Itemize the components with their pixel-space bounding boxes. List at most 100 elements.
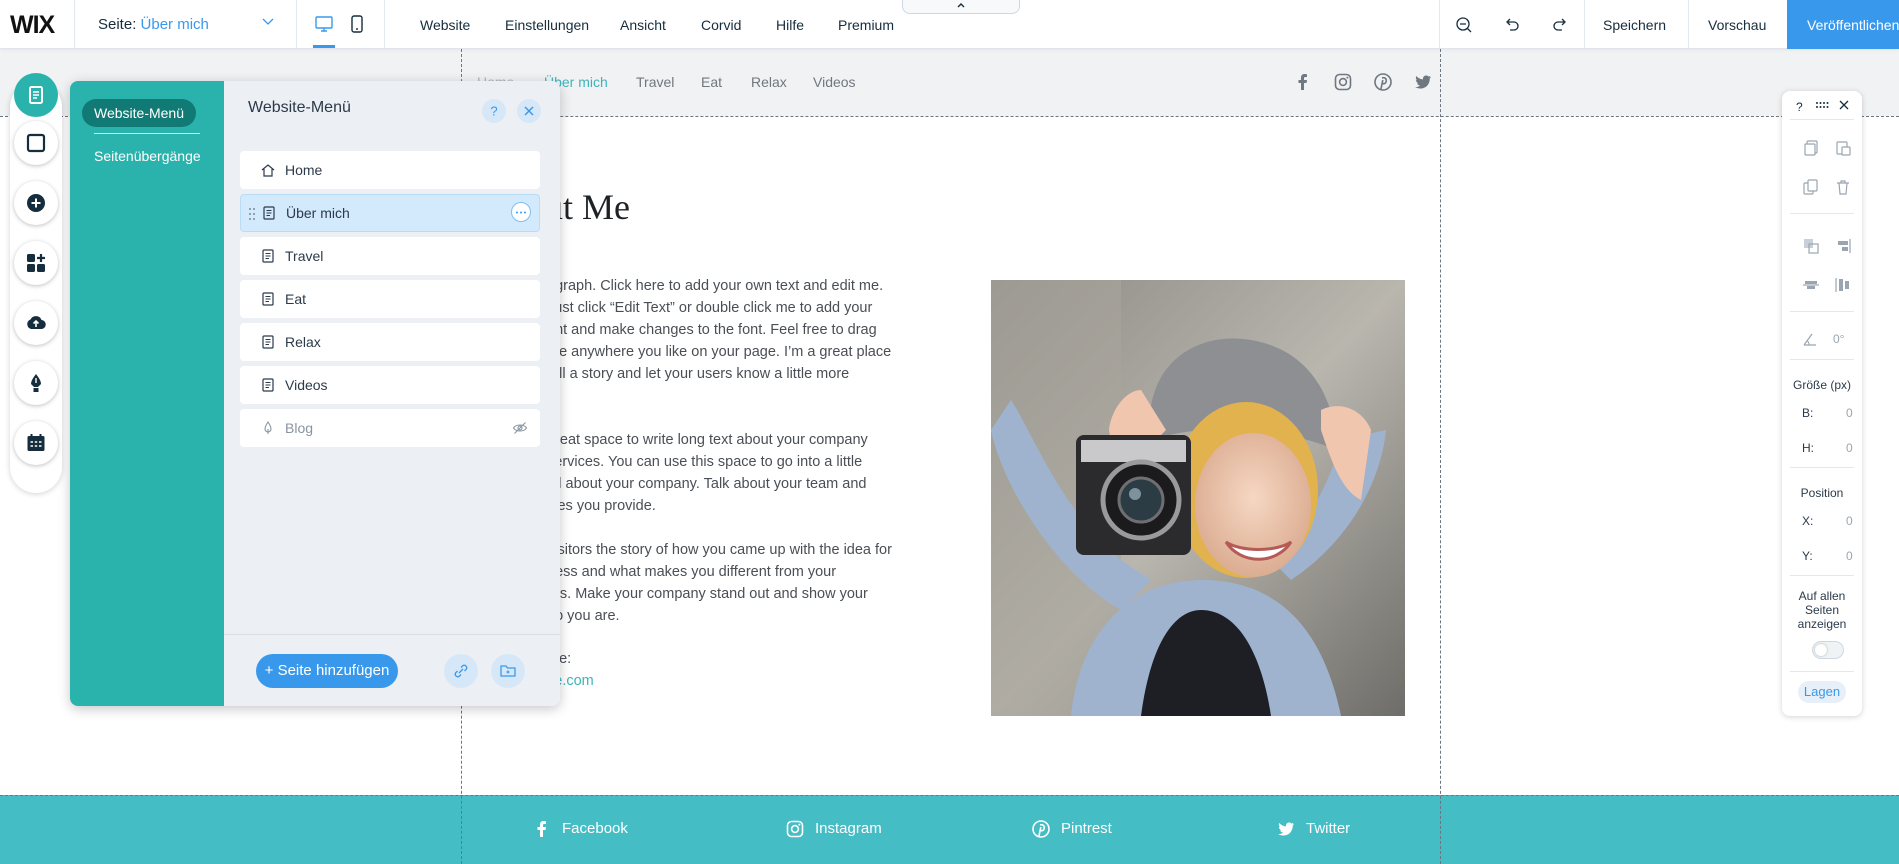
page-item-label: Relax bbox=[285, 334, 321, 350]
page-item-videos[interactable]: Videos bbox=[240, 366, 540, 404]
layers-button[interactable]: Lagen bbox=[1798, 681, 1846, 703]
height-input[interactable]: 0 bbox=[1846, 441, 1853, 455]
text-paragraph[interactable]: great space to write long text about you… bbox=[547, 429, 927, 517]
facebook-icon[interactable] bbox=[1293, 72, 1313, 92]
page-item-travel[interactable]: Travel bbox=[240, 237, 540, 275]
undo-icon[interactable] bbox=[1502, 15, 1522, 35]
collapse-topbar-handle[interactable] bbox=[902, 0, 1020, 14]
pages-button[interactable] bbox=[14, 73, 58, 117]
text-paragraph[interactable]: agraph. Click here to add your own text … bbox=[547, 275, 927, 407]
page-item-label: Home bbox=[285, 162, 323, 178]
help-icon: ? bbox=[490, 104, 497, 119]
copy-icon[interactable] bbox=[1802, 139, 1820, 157]
help-button[interactable]: ? bbox=[482, 99, 506, 123]
bookings-icon bbox=[27, 434, 45, 451]
footer-link-label: Instagram bbox=[815, 820, 882, 837]
duplicate-icon[interactable] bbox=[1802, 178, 1820, 196]
preview-button[interactable]: Vorschau bbox=[1708, 17, 1766, 33]
distribute-icon[interactable] bbox=[1834, 276, 1852, 294]
width-input[interactable]: 0 bbox=[1846, 406, 1853, 420]
site-nav-relax[interactable]: Relax bbox=[751, 74, 787, 90]
divider bbox=[1790, 575, 1854, 576]
mobile-icon[interactable] bbox=[347, 14, 367, 34]
panel-side-menu bbox=[70, 81, 224, 706]
page-item-eat[interactable]: Eat bbox=[240, 280, 540, 318]
more-icon bbox=[516, 211, 526, 214]
menu-help[interactable]: Hilfe bbox=[776, 17, 804, 33]
y-input[interactable]: 0 bbox=[1846, 549, 1853, 563]
menu-settings[interactable]: Einstellungen bbox=[505, 17, 589, 33]
align-right-icon[interactable] bbox=[1834, 237, 1852, 255]
contact-link[interactable]: ite.com bbox=[547, 670, 927, 692]
site-nav-videos[interactable]: Videos bbox=[813, 74, 856, 90]
delete-icon[interactable] bbox=[1834, 178, 1852, 196]
text-line: tell a story and let your users know a l… bbox=[547, 366, 850, 382]
chevron-down-icon[interactable] bbox=[262, 15, 274, 27]
twitter-icon[interactable] bbox=[1413, 72, 1433, 92]
menu-premium[interactable]: Premium bbox=[838, 17, 894, 33]
add-page-button[interactable]: + Seite hinzufügen bbox=[256, 654, 398, 688]
width-label: B: bbox=[1802, 406, 1814, 420]
close-toolbar-icon[interactable] bbox=[1838, 99, 1850, 111]
blog-button[interactable] bbox=[14, 361, 58, 405]
paste-icon[interactable] bbox=[1834, 139, 1852, 157]
menu-corvid[interactable]: Corvid bbox=[701, 17, 741, 33]
divider bbox=[1688, 0, 1689, 48]
page-item-about[interactable]: Über mich bbox=[240, 194, 540, 232]
add-link-button[interactable] bbox=[444, 654, 478, 688]
drag-toolbar-icon[interactable] bbox=[1814, 98, 1830, 112]
zoom-out-icon[interactable] bbox=[1454, 15, 1474, 35]
add-folder-button[interactable] bbox=[491, 654, 525, 688]
page-actions-button[interactable] bbox=[511, 202, 531, 222]
save-button[interactable]: Speichern bbox=[1603, 17, 1666, 33]
text-line: services. You can use this space to go i… bbox=[547, 454, 863, 470]
y-label: Y: bbox=[1802, 549, 1813, 563]
text-line: ho you are. bbox=[547, 608, 620, 624]
show-all-pages-label: Auf allen Seiten anzeigen bbox=[1782, 589, 1862, 631]
drag-handle-icon[interactable] bbox=[248, 207, 256, 221]
publish-button[interactable]: Veröffentlichen bbox=[1787, 0, 1899, 49]
add-elements-button[interactable] bbox=[14, 181, 58, 225]
tab-website-menu[interactable]: Website-Menü bbox=[82, 99, 197, 127]
menu-view[interactable]: Ansicht bbox=[620, 17, 666, 33]
close-panel-button[interactable] bbox=[517, 99, 541, 123]
page-selector[interactable]: Seite: Über mich bbox=[98, 16, 209, 33]
page-item-blog[interactable]: Blog bbox=[240, 409, 540, 447]
redo-icon[interactable] bbox=[1550, 15, 1570, 35]
page-item-label: Videos bbox=[285, 377, 328, 393]
text-paragraph[interactable]: visitors the story of how you came up wi… bbox=[547, 539, 927, 627]
left-tool-rail bbox=[10, 73, 62, 493]
desktop-icon[interactable] bbox=[314, 14, 334, 34]
divider bbox=[296, 0, 297, 48]
site-nav-eat[interactable]: Eat bbox=[701, 74, 722, 90]
rotate-icon[interactable] bbox=[1801, 330, 1819, 348]
footer-guide bbox=[0, 795, 1899, 796]
height-label: H: bbox=[1802, 441, 1814, 455]
menu-website[interactable]: Website bbox=[420, 17, 470, 33]
background-icon bbox=[26, 133, 46, 153]
tab-page-transitions[interactable]: Seitenübergänge bbox=[94, 148, 201, 164]
background-button[interactable] bbox=[14, 121, 58, 165]
align-middle-icon[interactable] bbox=[1802, 276, 1820, 294]
x-input[interactable]: 0 bbox=[1846, 514, 1853, 528]
pinterest-icon[interactable] bbox=[1373, 72, 1393, 92]
arrange-icon[interactable] bbox=[1802, 237, 1820, 255]
contact-block[interactable]: Me: ite.com bbox=[547, 648, 927, 692]
toolbar-help[interactable]: ? bbox=[1796, 100, 1803, 114]
page-icon bbox=[262, 292, 274, 306]
bookings-button[interactable] bbox=[14, 421, 58, 465]
instagram-icon[interactable] bbox=[1333, 72, 1353, 92]
page-item-home[interactable]: Home bbox=[240, 151, 540, 189]
wix-logo[interactable]: WIX bbox=[10, 11, 55, 40]
site-nav-travel[interactable]: Travel bbox=[636, 74, 674, 90]
show-all-pages-line: Auf allen bbox=[1798, 589, 1846, 603]
footer-link-label: Pintrest bbox=[1061, 820, 1112, 837]
page-icon bbox=[263, 206, 275, 220]
photographer-image[interactable] bbox=[991, 280, 1405, 716]
upload-button[interactable] bbox=[14, 301, 58, 345]
hidden-eye-icon[interactable] bbox=[512, 420, 528, 436]
app-market-button[interactable] bbox=[14, 241, 58, 285]
page-item-relax[interactable]: Relax bbox=[240, 323, 540, 361]
rotation-value[interactable]: 0° bbox=[1833, 332, 1844, 346]
show-all-pages-toggle[interactable] bbox=[1812, 641, 1844, 659]
